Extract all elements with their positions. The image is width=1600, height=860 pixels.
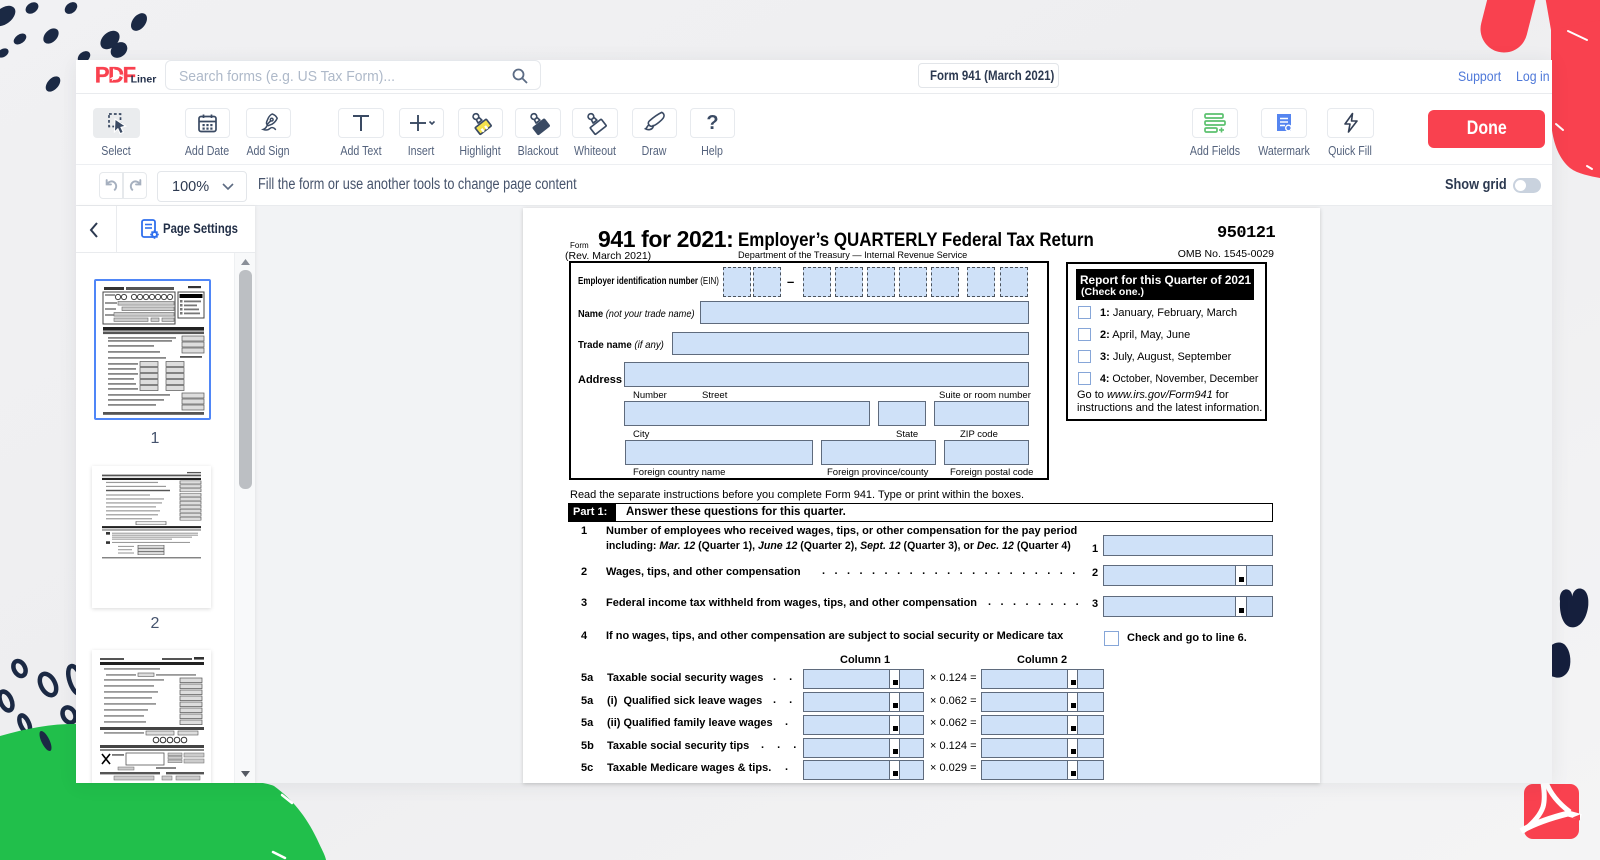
svg-text:Liner: Liner bbox=[131, 73, 157, 85]
